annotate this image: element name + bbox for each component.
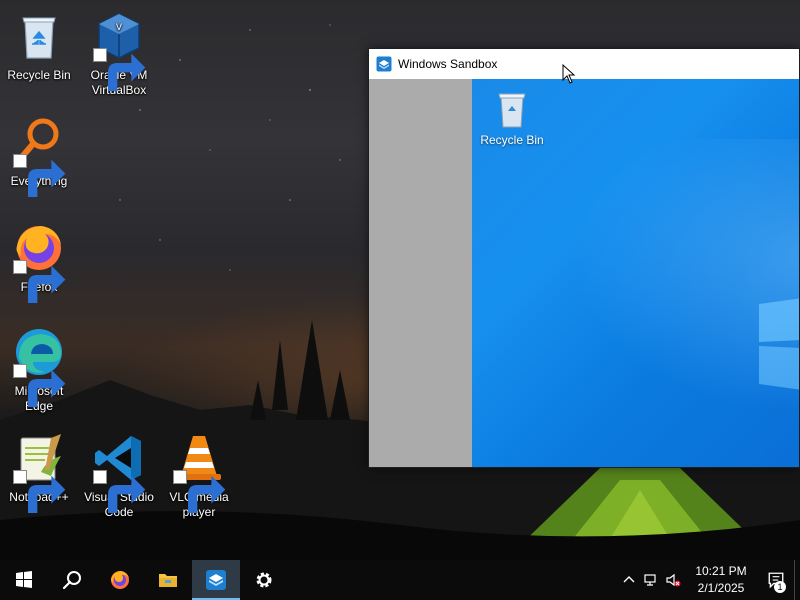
search-button[interactable] bbox=[48, 560, 96, 600]
volume-button[interactable] bbox=[662, 560, 684, 600]
recycle-bin-icon bbox=[498, 93, 526, 128]
chevron-up-icon bbox=[623, 576, 635, 583]
sandbox-viewport[interactable]: Recycle Bin bbox=[369, 79, 799, 467]
mouse-cursor-icon bbox=[562, 64, 576, 84]
shortcut-arrow-icon bbox=[13, 364, 66, 407]
vscode-icon bbox=[91, 430, 147, 513]
network-button[interactable] bbox=[640, 560, 662, 600]
taskbar-clock[interactable]: 10:21 PM 2/1/2025 bbox=[690, 563, 752, 597]
windows-sandbox-icon bbox=[376, 56, 392, 72]
volume-muted-icon bbox=[666, 573, 681, 587]
windows-logo-icon bbox=[759, 298, 799, 390]
taskbar-file-explorer-button[interactable] bbox=[144, 560, 192, 600]
shortcut-arrow-icon bbox=[13, 470, 66, 513]
network-icon bbox=[644, 574, 656, 586]
clock-time: 10:21 PM bbox=[695, 564, 747, 578]
notification-count-badge: 1 bbox=[774, 581, 786, 593]
desktop-icon-vlc[interactable]: VLC media player bbox=[161, 430, 237, 520]
window-title: Windows Sandbox bbox=[398, 57, 498, 71]
shortcut-arrow-icon bbox=[93, 48, 146, 91]
show-hidden-icons-button[interactable] bbox=[618, 560, 640, 600]
svg-text:V: V bbox=[116, 23, 123, 33]
firefox-icon bbox=[111, 571, 129, 589]
shortcut-arrow-icon bbox=[93, 470, 146, 513]
desktop-icon-firefox[interactable]: Firefox bbox=[1, 220, 77, 303]
everything-search-icon bbox=[11, 114, 67, 197]
action-center-button[interactable]: 1 bbox=[758, 560, 794, 600]
sandbox-recycle-label: Recycle Bin bbox=[480, 133, 544, 147]
sandbox-desktop[interactable]: Recycle Bin bbox=[472, 79, 799, 467]
desktop-icon-recycle-bin[interactable]: Recycle Bin bbox=[1, 8, 77, 83]
windows-sandbox-window[interactable]: Windows Sandbox Recycle Bin bbox=[368, 48, 800, 468]
recycle-bin-icon bbox=[11, 8, 67, 64]
notepadpp-icon bbox=[11, 430, 67, 513]
vlc-icon bbox=[171, 430, 227, 513]
show-desktop-button[interactable] bbox=[794, 560, 800, 600]
desktop-icon-notepadpp[interactable]: Notepad++ bbox=[1, 430, 77, 513]
window-titlebar[interactable]: Windows Sandbox bbox=[369, 49, 799, 79]
start-button[interactable] bbox=[0, 560, 48, 600]
taskbar-settings-button[interactable] bbox=[240, 560, 288, 600]
start-icon bbox=[16, 571, 32, 588]
shortcut-arrow-icon bbox=[13, 154, 66, 197]
desktop-icon-vscode[interactable]: Visual Studio Code bbox=[81, 430, 157, 520]
desktop-icon-label: Recycle Bin bbox=[7, 68, 71, 82]
edge-icon bbox=[11, 324, 67, 407]
file-explorer-icon bbox=[159, 574, 177, 587]
sandbox-wallpaper-glow bbox=[532, 139, 799, 439]
settings-icon bbox=[256, 572, 272, 588]
search-icon bbox=[62, 571, 81, 590]
sandbox-recycle-bin[interactable]: Recycle Bin bbox=[477, 87, 547, 147]
clock-date: 2/1/2025 bbox=[697, 581, 745, 595]
desktop-icon-everything[interactable]: Everything bbox=[1, 114, 77, 197]
taskbar: 10:21 PM 2/1/2025 1 bbox=[0, 560, 800, 600]
virtualbox-icon: V bbox=[91, 8, 147, 91]
taskbar-firefox-button[interactable] bbox=[96, 560, 144, 600]
firefox-icon bbox=[11, 220, 67, 303]
shortcut-arrow-icon bbox=[13, 260, 66, 303]
taskbar-windows-sandbox-button[interactable] bbox=[192, 560, 240, 600]
desktop-icon-virtualbox[interactable]: V Oracle VM VirtualBox bbox=[81, 8, 157, 98]
desktop-icon-edge[interactable]: Microsoft Edge bbox=[1, 324, 77, 414]
shortcut-arrow-icon bbox=[173, 470, 226, 513]
windows-sandbox-icon bbox=[206, 570, 226, 590]
system-tray: 10:21 PM 2/1/2025 1 bbox=[618, 560, 800, 600]
